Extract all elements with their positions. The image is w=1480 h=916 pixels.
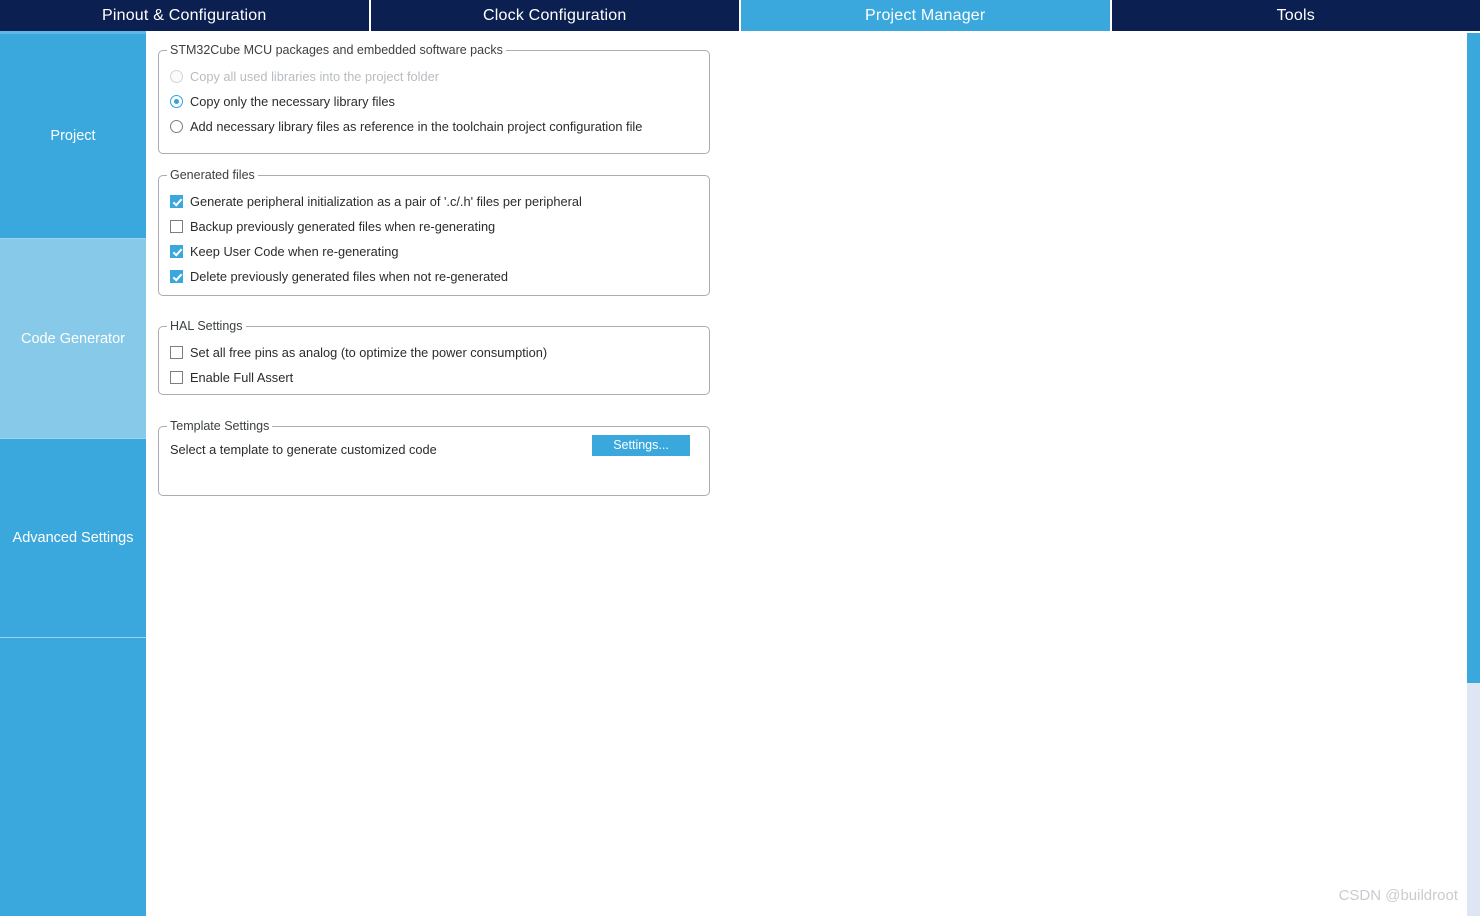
tab-pinout-configuration[interactable]: Pinout & Configuration: [0, 0, 371, 31]
tab-project-manager[interactable]: Project Manager: [741, 0, 1112, 31]
option-label: Generate peripheral initialization as a …: [190, 194, 582, 209]
group-generated-files: Generated files Generate peripheral init…: [158, 168, 710, 296]
group-body: Generate peripheral initialization as a …: [159, 176, 709, 289]
sidebar-item-advanced-settings[interactable]: Advanced Settings: [0, 439, 146, 638]
checkbox-icon[interactable]: [170, 220, 183, 233]
option-label: Copy all used libraries into the project…: [190, 69, 439, 84]
checkbox-icon[interactable]: [170, 346, 183, 359]
project-manager-sidebar: Project Code Generator Advanced Settings: [0, 34, 146, 916]
option-label: Add necessary library files as reference…: [190, 119, 643, 134]
tab-label: Tools: [1276, 6, 1315, 24]
group-body: Set all free pins as analog (to optimize…: [159, 327, 709, 390]
tab-clock-configuration[interactable]: Clock Configuration: [370, 0, 741, 31]
group-template-settings: Template Settings Select a template to g…: [158, 419, 710, 496]
stm32cubemx-window: Pinout & Configuration Clock Configurati…: [0, 0, 1480, 916]
radio-row-add-libraries-as-reference[interactable]: Add necessary library files as reference…: [170, 114, 709, 139]
sidebar-item-label: Code Generator: [21, 330, 125, 347]
sidebar-item-code-generator[interactable]: Code Generator: [0, 239, 146, 439]
group-body: Copy all used libraries into the project…: [159, 51, 709, 139]
option-label: Delete previously generated files when n…: [190, 269, 508, 284]
checkbox-icon[interactable]: [170, 245, 183, 258]
checkbox-row-generate-peripheral-init[interactable]: Generate peripheral initialization as a …: [170, 189, 709, 214]
option-label: Enable Full Assert: [190, 370, 294, 385]
checkbox-row-keep-user-code[interactable]: Keep User Code when re-generating: [170, 239, 709, 264]
tab-tools[interactable]: Tools: [1111, 0, 1480, 31]
template-description: Select a template to generate customized…: [170, 441, 437, 457]
template-settings-button[interactable]: Settings...: [592, 435, 690, 456]
main-tabbar: Pinout & Configuration Clock Configurati…: [0, 0, 1480, 31]
radio-icon[interactable]: [170, 120, 183, 133]
tab-label: Project Manager: [865, 6, 986, 24]
checkbox-icon[interactable]: [170, 270, 183, 283]
group-hal-settings: HAL Settings Set all free pins as analog…: [158, 319, 710, 395]
group-title: HAL Settings: [167, 319, 246, 333]
template-settings-row: Select a template to generate customized…: [159, 427, 709, 471]
option-label: Set all free pins as analog (to optimize…: [190, 345, 548, 360]
vertical-scrollbar-track[interactable]: [1467, 33, 1480, 916]
checkbox-row-backup-previous-files[interactable]: Backup previously generated files when r…: [170, 214, 709, 239]
checkbox-row-free-pins-as-analog[interactable]: Set all free pins as analog (to optimize…: [170, 340, 709, 365]
option-label: Backup previously generated files when r…: [190, 219, 496, 234]
checkbox-icon[interactable]: [170, 371, 183, 384]
tab-label: Clock Configuration: [483, 6, 627, 24]
group-stm32cube-packages: STM32Cube MCU packages and embedded soft…: [158, 43, 710, 154]
sidebar-filler: [0, 638, 146, 916]
tab-label: Pinout & Configuration: [101, 6, 267, 24]
watermark-text: CSDN @buildroot: [1338, 887, 1458, 904]
radio-row-copy-necessary-libraries[interactable]: Copy only the necessary library files: [170, 89, 709, 114]
group-title: Generated files: [167, 168, 258, 182]
radio-icon[interactable]: [170, 70, 183, 83]
group-title: STM32Cube MCU packages and embedded soft…: [167, 43, 506, 57]
tabbar-gap-strip: [146, 31, 1480, 33]
code-generator-panel: STM32Cube MCU packages and embedded soft…: [146, 34, 1480, 916]
sidebar-item-label: Advanced Settings: [12, 530, 134, 546]
option-label: Copy only the necessary library files: [190, 94, 395, 109]
sidebar-item-project[interactable]: Project: [0, 34, 146, 239]
sidebar-item-label: Project: [50, 128, 96, 144]
vertical-scrollbar-thumb[interactable]: [1467, 33, 1480, 683]
radio-icon[interactable]: [170, 95, 183, 108]
option-label: Keep User Code when re-generating: [190, 244, 399, 259]
checkbox-icon[interactable]: [170, 195, 183, 208]
radio-row-copy-all-libraries[interactable]: Copy all used libraries into the project…: [170, 64, 709, 89]
checkbox-row-delete-previous-files[interactable]: Delete previously generated files when n…: [170, 264, 709, 289]
checkbox-row-enable-full-assert[interactable]: Enable Full Assert: [170, 365, 709, 390]
